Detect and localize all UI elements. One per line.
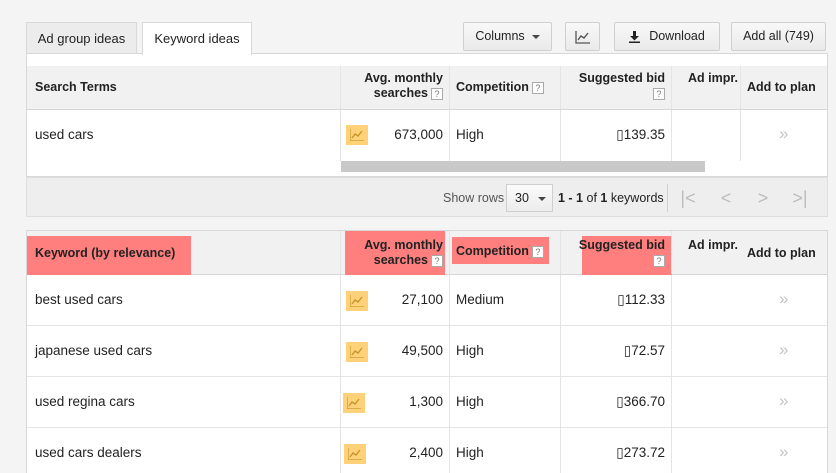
help-icon: ? [650,253,665,267]
help-icon: ? [531,245,544,258]
keyword-text: best used cars [35,292,123,307]
tab-ad-group-ideas[interactable]: Ad group ideas [26,22,137,54]
searches-cell: 49,500 [401,343,443,358]
add-to-plan-button[interactable]: » [779,428,788,473]
header-competition[interactable]: Competition? [450,231,560,274]
header-label-2: searches? [374,86,443,100]
header-add-to-plan: Add to plan [741,66,829,109]
rows-value: 30 [515,191,529,205]
trend-chart-icon[interactable] [343,393,365,413]
chevron-down-icon [531,34,540,39]
header-label: Add to plan [747,80,816,94]
header-add-to-plan: Add to plan [741,231,829,274]
trend-chart-icon[interactable] [344,444,366,464]
searches-cell: 2,400 [409,445,443,460]
help-icon: ? [531,81,544,94]
table-row[interactable]: used cars dealers 2,400 High ▯273.72 » [27,428,827,473]
trend-chart-icon[interactable] [346,342,368,362]
competition-cell: High [456,445,484,460]
search-terms-header: Search Terms Avg. monthly searches? Comp… [27,66,827,110]
chart-toggle-button[interactable] [565,22,600,51]
add-to-plan-button[interactable]: » [779,326,788,376]
keyword-text: used regina cars [35,394,135,409]
header-label: Competition? [456,80,544,94]
competition-cell: High [456,127,484,142]
help-icon: ? [431,254,443,267]
header-label: Avg. monthly [364,71,443,85]
columns-button[interactable]: Columns [463,22,552,51]
header-label: Search Terms [35,80,117,94]
bid-cell: ▯72.57 [623,343,665,358]
help-icon: ? [431,87,443,100]
header-label-2: searches? [374,253,443,267]
header-avg-monthly-searches[interactable]: Avg. monthly searches? [341,66,449,109]
competition-cell: High [456,394,484,409]
add-to-plan-button[interactable]: » [779,275,788,325]
trend-chart-icon[interactable] [346,125,368,145]
keyword-ideas-table: Keyword (by relevance) Avg. monthly sear… [26,230,828,473]
header-label: Keyword (by relevance) [35,246,176,260]
table-row[interactable]: used regina cars 1,300 High ▯366.70 » [27,377,827,428]
header-label: Ad impr. [687,238,738,252]
range-text: 1 - 1 of 1 keywords [558,191,664,205]
rows-per-page-select[interactable]: 30 [506,184,553,212]
trend-chart-icon[interactable] [346,291,368,311]
bid-cell: ▯273.72 [616,445,665,460]
horizontal-scrollbar[interactable] [341,161,705,172]
add-all-button[interactable]: Add all (749) [731,22,826,51]
line-chart-icon [574,31,590,44]
prev-page-icon[interactable]: < [713,178,739,218]
searches-cell: 27,100 [401,292,443,307]
header-ad-impressions[interactable]: Ad impr. [672,66,740,109]
pagination-bar: Show rows 30 1 - 1 of 1 keywords |< < > … [26,177,828,217]
search-terms-table: Search Terms Avg. monthly searches? Comp… [26,53,828,177]
competition-cell: High [456,343,484,358]
show-rows-label: Show rows [443,191,505,205]
add-to-plan-button[interactable]: » [779,110,788,161]
header-ad-impressions[interactable]: Ad impr. [672,231,740,274]
download-label: Download [649,29,705,43]
table-row[interactable]: best used cars 27,100 Medium ▯112.33 » [27,275,827,326]
columns-label: Columns [475,29,525,43]
next-page-icon[interactable]: > [750,178,776,218]
searches-cell: 673,000 [394,127,443,142]
chevron-down-icon [537,196,546,201]
keyword-ideas-header: Keyword (by relevance) Avg. monthly sear… [27,231,827,275]
header-label: Suggested bid [578,238,665,252]
header-suggested-bid[interactable]: Suggested bid ? [561,66,671,109]
header-keyword[interactable]: Keyword (by relevance) [35,231,335,274]
header-label: Avg. monthly [364,238,443,252]
bid-cell: ▯366.70 [616,394,665,409]
header-suggested-bid[interactable]: Suggested bid ? [561,231,671,274]
tab-keyword-ideas[interactable]: Keyword ideas [142,22,252,55]
keyword-text: used cars [35,127,94,142]
header-competition[interactable]: Competition? [450,66,560,109]
download-icon [629,30,641,43]
header-label: Suggested bid [578,71,665,85]
table-row[interactable]: japanese used cars 49,500 High ▯72.57 » [27,326,827,377]
searches-cell: 1,300 [409,394,443,409]
header-label: Competition? [456,244,544,258]
bid-cell: ▯139.35 [616,127,665,142]
add-to-plan-button[interactable]: » [779,377,788,427]
keyword-text: used cars dealers [35,445,142,460]
bid-cell: ▯112.33 [617,292,665,307]
competition-cell: Medium [456,292,505,307]
last-page-icon[interactable]: >| [787,178,813,218]
header-label: Ad impr. [687,71,738,85]
header-search-terms[interactable]: Search Terms [35,66,335,109]
help-icon: ? [650,86,665,100]
table-row[interactable]: used cars 673,000 High ▯139.35 » [27,110,827,161]
top-bar: Ad group ideas Keyword ideas Columns Dow… [0,0,836,55]
download-button[interactable]: Download [614,22,720,51]
keyword-text: japanese used cars [35,343,153,358]
header-label: Add to plan [747,246,816,260]
header-avg-monthly-searches[interactable]: Avg. monthly searches? [341,231,449,274]
first-page-icon[interactable]: |< [675,178,701,218]
